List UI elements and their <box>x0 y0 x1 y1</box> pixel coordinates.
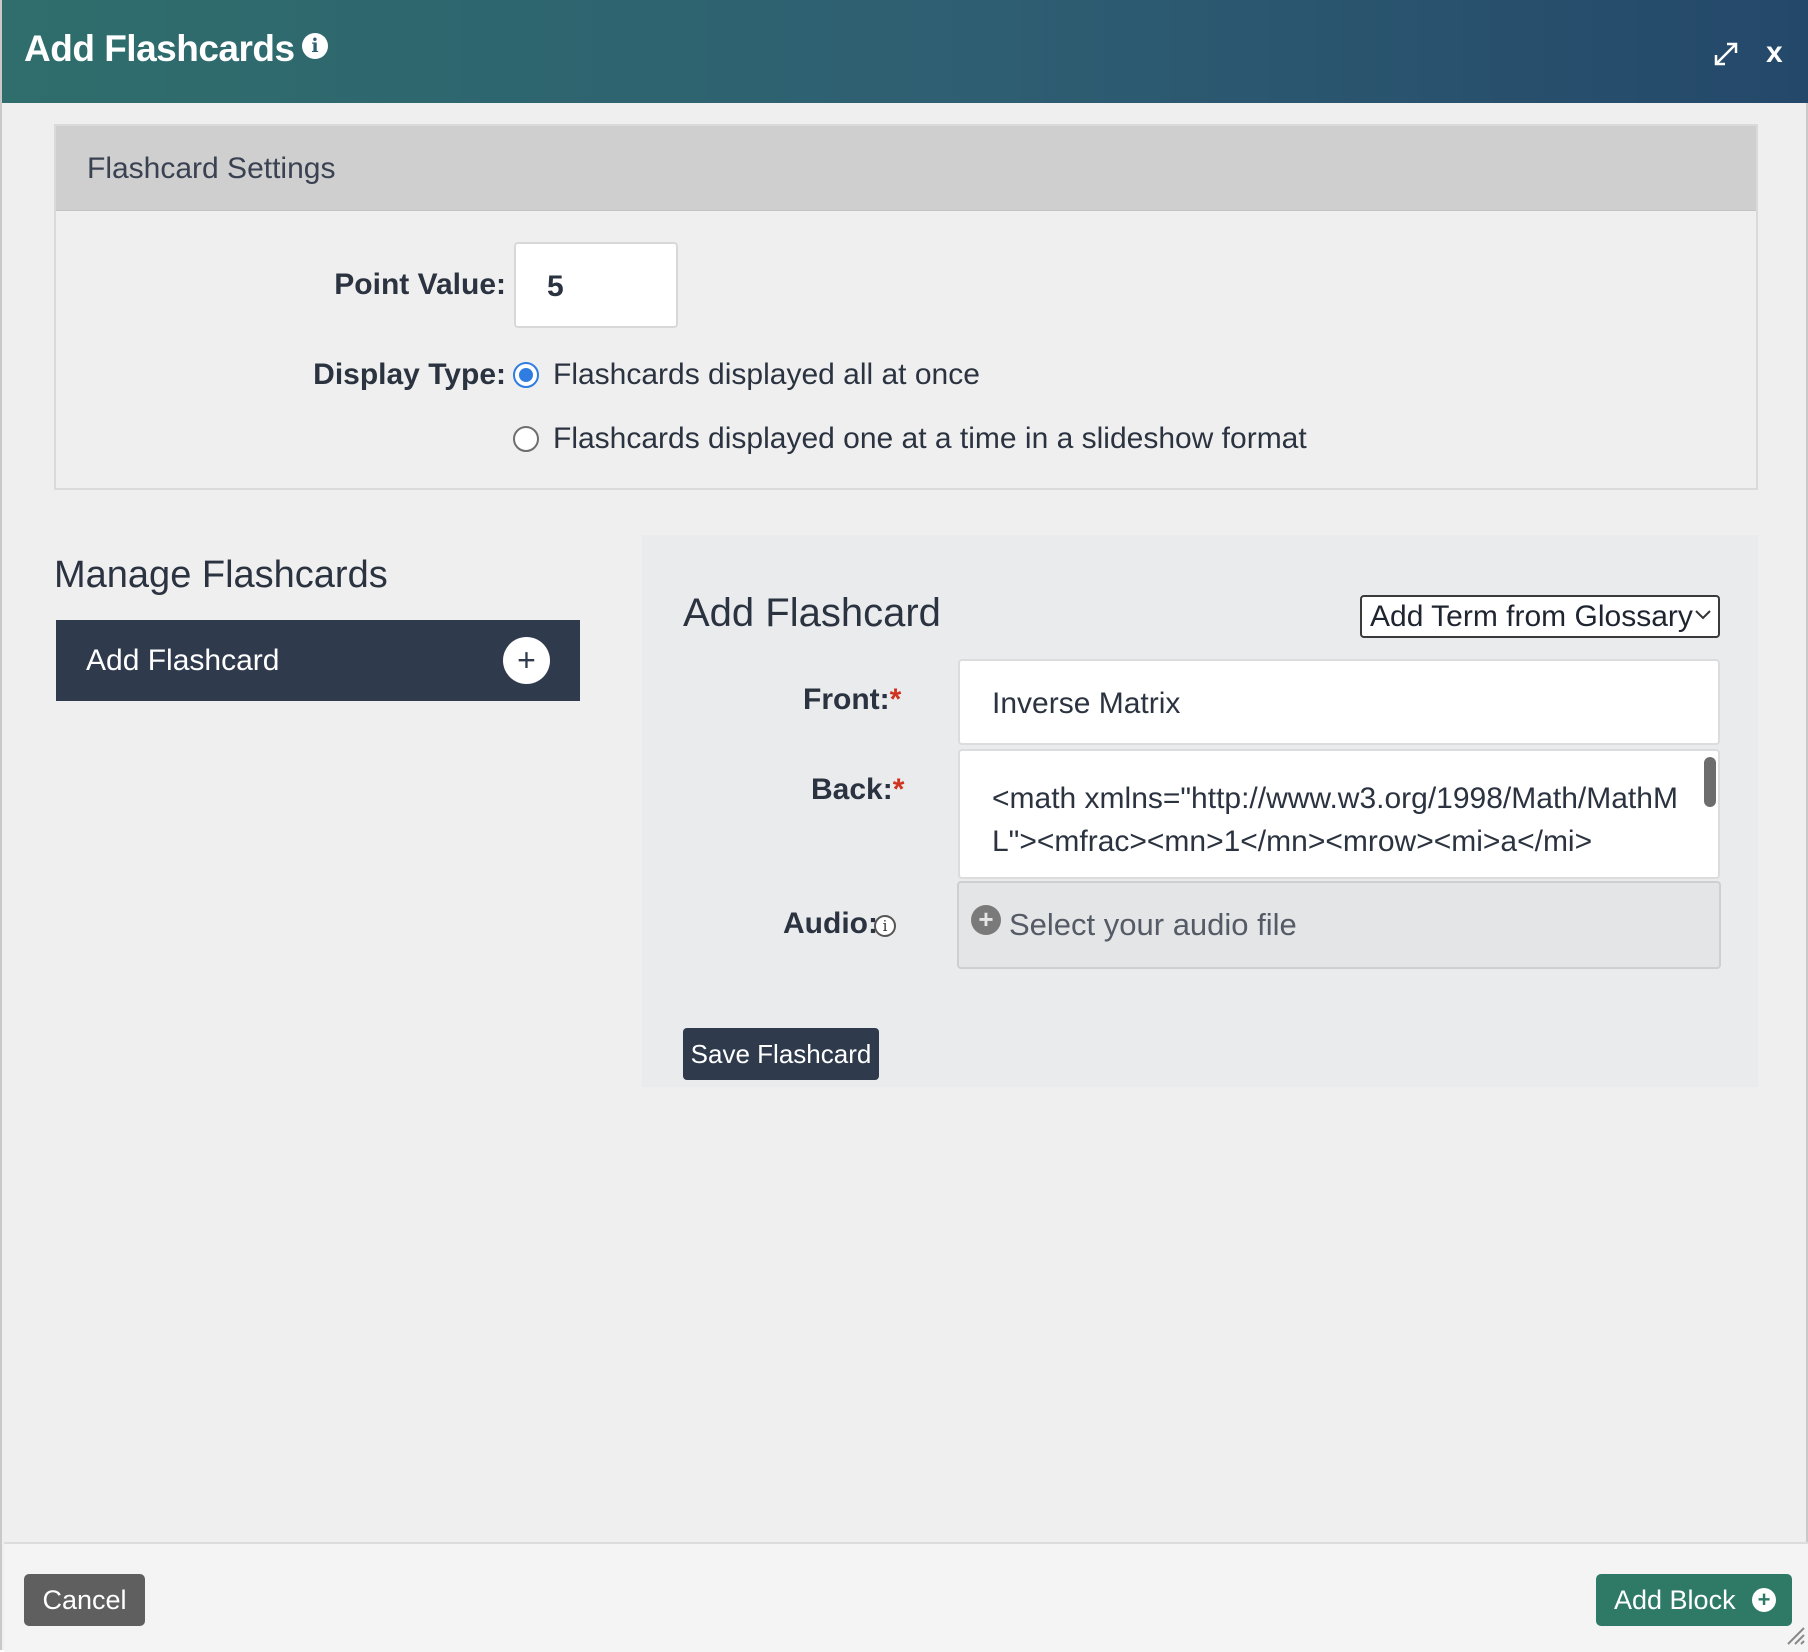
manage-flashcards-title: Manage Flashcards <box>54 554 388 596</box>
glossary-select-value: Add Term from Glossary <box>1370 600 1693 633</box>
expand-icon[interactable] <box>1712 40 1740 68</box>
flashcard-settings-panel: Flashcard Settings Point Value: 5 Displa… <box>54 124 1758 490</box>
close-icon[interactable]: x <box>1766 36 1783 70</box>
point-value-input[interactable]: 5 <box>514 242 678 328</box>
radio-slideshow[interactable] <box>513 426 539 452</box>
add-flashcard-item[interactable]: Add Flashcard + <box>56 620 580 701</box>
add-flashcard-form: Add Flashcard Add Term from Glossary Fro… <box>642 535 1758 1087</box>
add-flashcard-item-label: Add Flashcard <box>86 644 280 677</box>
dialog-title: Add Flashcards <box>24 28 295 69</box>
front-label: Front:* <box>803 683 901 717</box>
front-label-text: Front: <box>803 683 890 716</box>
plus-circle-icon: + <box>1752 1588 1776 1612</box>
audio-label: Audio: <box>783 907 878 940</box>
info-icon[interactable]: i <box>302 33 328 59</box>
back-label-text: Back: <box>811 773 893 806</box>
dialog-titlebar: Add Flashcards i x <box>2 0 1808 103</box>
add-block-button[interactable]: Add Block + <box>1596 1574 1792 1626</box>
add-audio-icon: + <box>971 905 1001 935</box>
cancel-button[interactable]: Cancel <box>24 1574 145 1626</box>
back-textarea-value: <math xmlns="http://www.w3.org/1998/Math… <box>992 782 1678 858</box>
form-title: Add Flashcard <box>683 591 941 635</box>
radio-slideshow-label[interactable]: Flashcards displayed one at a time in a … <box>553 422 1307 456</box>
radio-all-at-once-label[interactable]: Flashcards displayed all at once <box>553 358 980 392</box>
radio-all-at-once[interactable] <box>513 362 539 388</box>
add-block-label: Add Block <box>1614 1585 1736 1615</box>
plus-icon[interactable]: + <box>503 637 550 684</box>
settings-title: Flashcard Settings <box>87 152 336 185</box>
settings-header: Flashcard Settings <box>56 126 1756 211</box>
back-textarea[interactable]: <math xmlns="http://www.w3.org/1998/Math… <box>958 749 1720 879</box>
dialog-footer: Cancel Add Block + <box>4 1542 1808 1652</box>
audio-placeholder: Select your audio file <box>1009 907 1297 942</box>
glossary-select[interactable]: Add Term from Glossary <box>1360 595 1720 638</box>
display-type-label: Display Type: <box>313 358 506 391</box>
point-value-label: Point Value: <box>334 268 506 301</box>
chevron-down-icon <box>1695 610 1711 620</box>
front-input[interactable]: Inverse Matrix <box>958 659 1720 745</box>
back-scrollbar[interactable] <box>1704 757 1716 807</box>
required-marker: * <box>889 683 902 716</box>
required-marker: * <box>892 773 905 806</box>
audio-file-picker[interactable]: + Select your audio file <box>957 881 1721 969</box>
back-label: Back:* <box>811 773 904 807</box>
resize-grip-icon[interactable] <box>1782 1622 1806 1646</box>
add-flashcards-dialog: Add Flashcards i x Flashcard Settings Po… <box>0 0 1808 1652</box>
audio-info-icon[interactable]: i <box>874 915 896 937</box>
save-flashcard-button[interactable]: Save Flashcard <box>683 1028 879 1080</box>
